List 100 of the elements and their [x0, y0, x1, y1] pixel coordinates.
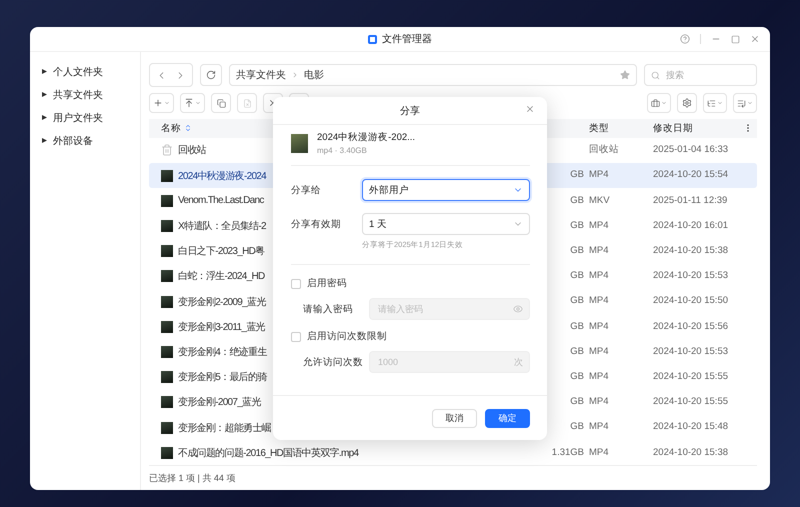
video-thumbnail [161, 270, 173, 282]
star-icon [620, 70, 630, 80]
modified-date: 2024-10-20 15:53 [653, 270, 730, 283]
modified-date: 2025-01-11 12:39 [653, 194, 728, 207]
file-name[interactable]: 白日之下-2023_HD粤 [178, 244, 264, 258]
file-type: MP4 [589, 270, 610, 283]
file-type: 回收站 [589, 144, 620, 157]
sidebar-item[interactable]: 个人文件夹 [30, 60, 140, 83]
file-name[interactable]: 回收站 [178, 143, 206, 158]
file-name[interactable]: X特遣队：全员集结-2 [178, 219, 266, 233]
field-label: 允许访问次数 [303, 356, 364, 368]
caret-icon [195, 100, 201, 106]
file-size: GB [569, 421, 585, 434]
share-to-select[interactable]: 外部用户 [362, 179, 530, 201]
copy-button[interactable] [211, 93, 231, 113]
video-thumbnail [161, 396, 173, 408]
sidebar-item[interactable]: 用户文件夹 [30, 106, 140, 129]
new-button[interactable] [149, 93, 174, 113]
eye-icon [513, 304, 523, 314]
refresh-button[interactable] [200, 64, 222, 86]
column-header[interactable]: 修改日期 [653, 122, 693, 135]
column-header[interactable]: 类型 [589, 122, 609, 135]
sort-button[interactable] [733, 93, 757, 113]
visit-limit-checkbox[interactable]: 启用访问次数限制 [291, 330, 530, 343]
search-box[interactable]: 搜索 [644, 64, 757, 86]
file-name[interactable]: 2024中秋漫游夜-2024 [178, 168, 266, 183]
cancel-button[interactable]: 取消 [432, 408, 477, 428]
search-field[interactable]: 搜索 [664, 69, 748, 81]
file-name[interactable]: 变形金刚4：绝迹重生 [178, 344, 267, 359]
window-title: 文件管理器 [382, 32, 432, 46]
video-thumbnail [161, 245, 173, 258]
checkbox[interactable] [291, 332, 301, 342]
file-name[interactable]: 不成问题的问题-2016_HD国语中英双字.mp4 [178, 446, 358, 460]
password-checkbox[interactable]: 启用密码 [291, 277, 530, 290]
modified-date: 2025-01-04 16:33 [653, 144, 730, 157]
confirm-button[interactable]: 确定 [485, 408, 530, 428]
close-button[interactable] [525, 104, 535, 114]
caret-icon [164, 100, 170, 106]
video-thumbnail [161, 346, 173, 358]
video-thumbnail [161, 170, 173, 182]
file-size: GB [569, 270, 585, 283]
file-type: MP4 [589, 295, 610, 308]
file-type: MP4 [589, 446, 610, 459]
file-name: 2024中秋漫游夜-202... [317, 131, 416, 144]
caret-icon [661, 100, 667, 106]
file-name[interactable]: 变形金刚：超能勇士崛 [178, 420, 272, 434]
upload-button[interactable] [180, 93, 205, 113]
file-size: GB [569, 346, 585, 358]
file-type: MKV [589, 194, 611, 207]
modified-date: 2024-10-20 15:50 [653, 295, 730, 308]
sort-icon [737, 98, 746, 108]
file-size: GB [569, 220, 585, 232]
video-thumbnail [161, 422, 173, 434]
list-icon [707, 98, 716, 108]
modified-date: 2024-10-20 15:55 [653, 396, 730, 408]
breadcrumb[interactable]: 共享文件夹 [236, 68, 286, 82]
file-type: MP4 [589, 421, 610, 434]
breadcrumb[interactable]: 电影 [304, 68, 324, 82]
file-name[interactable]: 变形金刚5：最后的骑 [178, 370, 267, 384]
file-name[interactable]: Venom.The.Last.Danc [178, 195, 264, 206]
modified-date: 2024-10-20 15:53 [653, 346, 730, 358]
video-thumbnail [161, 320, 173, 333]
video-thumbnail [161, 446, 173, 459]
file-type: MP4 [589, 169, 610, 182]
password-box[interactable]: 请输入密码 [369, 298, 530, 320]
view-button[interactable] [703, 93, 727, 113]
plus-icon [153, 98, 163, 108]
refresh-icon [206, 70, 216, 80]
modified-date: 2024-10-20 15:38 [653, 446, 730, 459]
close-icon [525, 104, 535, 114]
field-label: 请输入密码 [303, 302, 354, 316]
file-meta: mp4 · 3.40GB [317, 146, 368, 155]
trash-icon [161, 144, 173, 156]
file-size: GB [569, 370, 585, 384]
app-icon [368, 34, 377, 44]
file-name[interactable]: 变形金刚-2007_蓝光 [178, 395, 261, 410]
settings-icon [682, 98, 692, 108]
file-type: MP4 [589, 370, 610, 384]
sidebar-item[interactable]: 共享文件夹 [30, 83, 140, 106]
path-bar[interactable]: 共享文件夹 电影 [229, 64, 637, 86]
file-type: MP4 [589, 396, 610, 408]
settings-button[interactable] [677, 93, 697, 113]
status-text: 已选择 1 项 | 共 44 项 [149, 465, 757, 490]
checkbox[interactable] [291, 278, 301, 288]
sidebar-item[interactable]: 外部设备 [30, 129, 140, 152]
column-header[interactable]: 名称 [161, 122, 181, 135]
separator-icon [291, 71, 299, 79]
file-name[interactable]: 变形金刚2-2009_蓝光 [178, 294, 266, 309]
copy-icon [216, 98, 226, 108]
search-icon [651, 70, 660, 80]
file-size: GB [569, 245, 585, 258]
validity-select[interactable]: 1 天 [362, 213, 530, 235]
file-type: MP4 [589, 245, 610, 258]
file-name[interactable]: 白蛇：浮生-2024_HD [178, 269, 264, 284]
file-size: 1.31GB [550, 446, 585, 459]
video-thumbnail [161, 220, 173, 232]
file-name[interactable]: 变形金刚3-2011_蓝光 [178, 320, 265, 334]
briefcase-button[interactable] [647, 93, 671, 113]
file-type: MP4 [589, 346, 610, 358]
file-type: MP4 [589, 220, 610, 232]
